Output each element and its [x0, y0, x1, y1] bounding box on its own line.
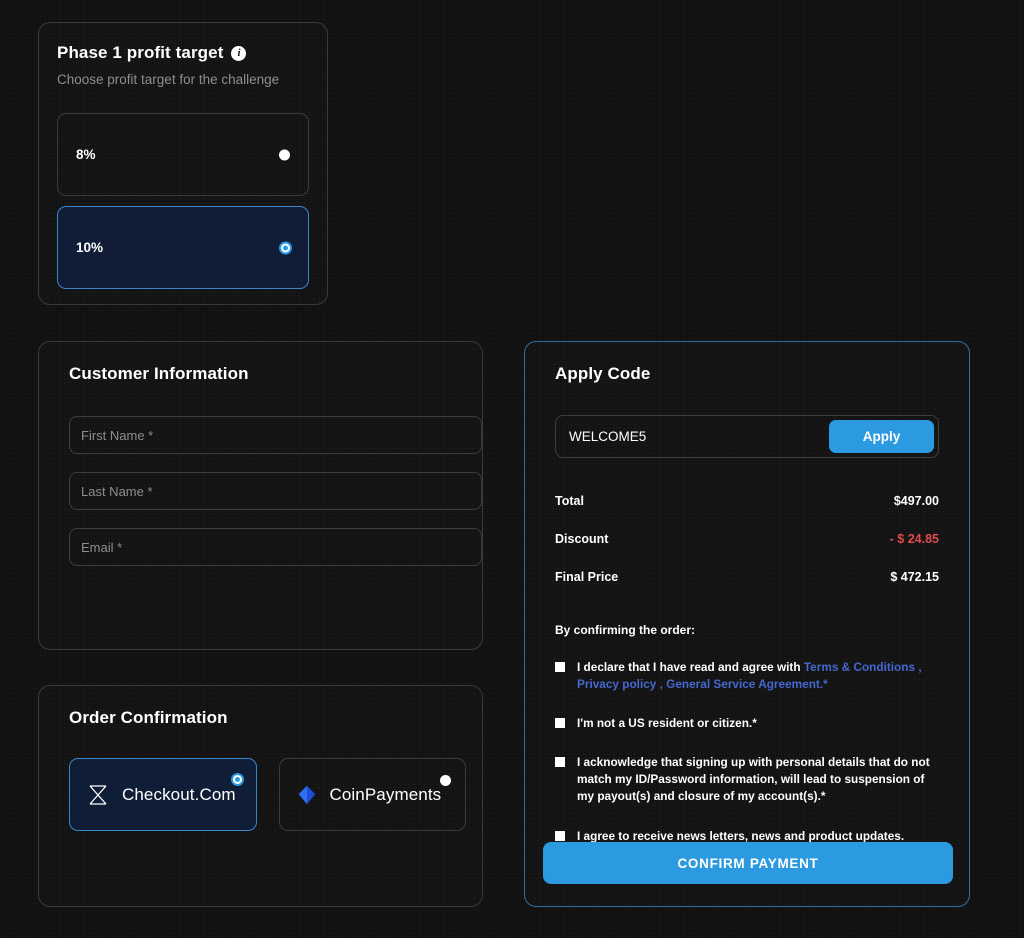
payment-method-coinpayments-radio[interactable] — [440, 775, 451, 786]
payment-method-checkout-com[interactable]: Checkout.Com — [69, 758, 257, 831]
profit-option-10[interactable]: 10% — [57, 206, 309, 289]
total-row-total: Total $497.00 — [555, 494, 939, 508]
promo-code-row: Apply — [555, 415, 939, 458]
payment-method-list: Checkout.Com CoinPayments — [69, 758, 466, 831]
apply-code-title: Apply Code — [555, 364, 953, 384]
confirm-intro-text: By confirming the order: — [555, 623, 939, 637]
customer-information-title: Customer Information — [69, 364, 466, 384]
terms-text-plain: I declare that I have read and agree wit… — [577, 660, 804, 674]
order-confirmation-title: Order Confirmation — [69, 708, 466, 728]
newsletter-checkbox[interactable] — [555, 831, 565, 841]
profit-option-10-label: 10% — [76, 240, 103, 255]
profit-option-8-label: 8% — [76, 147, 96, 162]
checkbox-item-acknowledge[interactable]: I acknowledge that signing up with perso… — [555, 754, 939, 805]
checkbox-item-us-resident[interactable]: I'm not a US resident or citizen.* — [555, 715, 939, 732]
last-name-input[interactable] — [69, 472, 482, 510]
total-label: Total — [555, 494, 584, 508]
profit-option-8[interactable]: 8% — [57, 113, 309, 196]
email-input[interactable] — [69, 528, 482, 566]
profit-target-title: Phase 1 profit target — [57, 43, 223, 63]
checkout-com-logo-icon — [86, 783, 110, 807]
payment-method-coinpayments[interactable]: CoinPayments — [279, 758, 467, 831]
discount-amount: - $ 24.85 — [890, 532, 939, 546]
acknowledge-text: I acknowledge that signing up with perso… — [577, 754, 939, 805]
phase-1-profit-target-card: Phase 1 profit target i Choose profit ta… — [38, 22, 328, 305]
terms-checkbox[interactable] — [555, 662, 565, 672]
payment-method-checkout-com-label: Checkout.Com — [122, 785, 236, 805]
confirm-payment-button[interactable]: CONFIRM PAYMENT — [543, 842, 953, 884]
profit-target-subtitle: Choose profit target for the challenge — [57, 72, 309, 87]
final-price-label: Final Price — [555, 570, 618, 584]
apply-code-card: Apply Code Apply Total $497.00 Discount … — [524, 341, 970, 907]
us-resident-checkbox[interactable] — [555, 718, 565, 728]
acknowledge-checkbox[interactable] — [555, 757, 565, 767]
profit-option-8-radio[interactable] — [279, 149, 290, 160]
coinpayments-logo-icon — [296, 784, 318, 806]
final-price-amount: $ 472.15 — [890, 570, 939, 584]
info-icon[interactable]: i — [231, 46, 246, 61]
payment-method-checkout-com-radio[interactable] — [233, 775, 242, 784]
discount-label: Discount — [555, 532, 608, 546]
us-resident-text: I'm not a US resident or citizen.* — [577, 715, 757, 732]
order-confirmation-card: Order Confirmation Checkout.Com CoinPaym… — [38, 685, 483, 907]
first-name-input[interactable] — [69, 416, 482, 454]
payment-method-coinpayments-label: CoinPayments — [330, 785, 442, 805]
total-row-discount: Discount - $ 24.85 — [555, 532, 939, 546]
customer-information-card: Customer Information — [38, 341, 483, 650]
total-row-final-price: Final Price $ 472.15 — [555, 570, 939, 584]
checkbox-item-terms[interactable]: I declare that I have read and agree wit… — [555, 659, 939, 693]
profit-target-header: Phase 1 profit target i — [57, 43, 309, 63]
promo-code-input[interactable] — [556, 429, 829, 444]
terms-text: I declare that I have read and agree wit… — [577, 659, 939, 693]
order-totals: Total $497.00 Discount - $ 24.85 Final P… — [541, 494, 953, 584]
total-amount: $497.00 — [894, 494, 939, 508]
profit-option-10-radio[interactable] — [281, 243, 290, 252]
apply-button[interactable]: Apply — [829, 420, 934, 453]
